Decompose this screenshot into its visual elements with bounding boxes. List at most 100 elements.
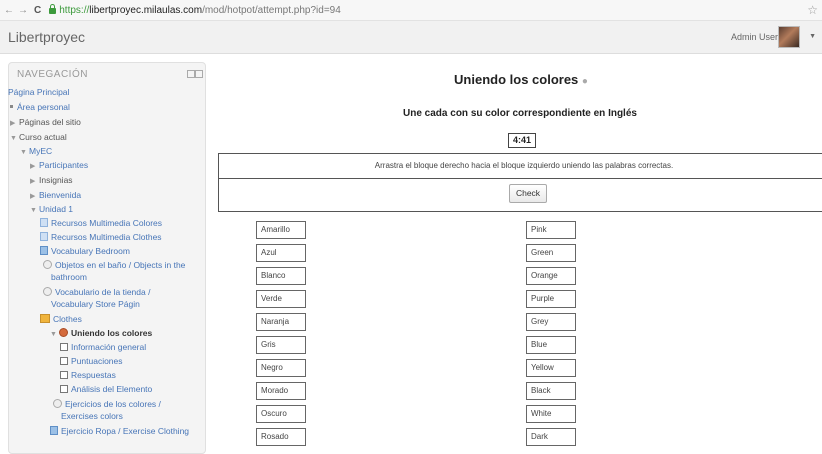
draggable-word[interactable]: Blue (526, 336, 576, 354)
nav-item-vocabulario-tienda-cont[interactable]: Vocabulary Store Págin (51, 299, 140, 309)
site-name-link[interactable]: Libertproyec (8, 29, 85, 45)
instructions: Arrastra el bloque derecho hacia el bloq… (218, 153, 822, 179)
countdown-timer: 4:41 (508, 133, 536, 148)
reload-icon[interactable]: C (34, 5, 41, 16)
nav-item-bienvenida[interactable]: ▶ Bienvenida (30, 190, 81, 202)
nav-item-uniendo-colores[interactable]: ▼ Uniendo los colores (50, 328, 152, 340)
nav-item-insignias[interactable]: ▶ Insignias (30, 175, 73, 187)
url-scheme: https:// (59, 4, 90, 16)
draggable-word[interactable]: Purple (526, 290, 576, 308)
nav-item-label: Curso actual (19, 132, 67, 142)
nav-item-analisis-elemento[interactable]: Análisis del Elemento (60, 384, 152, 394)
draggable-word[interactable]: Orange (526, 267, 576, 285)
bookmark-star-icon[interactable]: ☆ (807, 3, 818, 17)
report-icon (60, 385, 68, 393)
left-word[interactable]: Amarillo (256, 221, 306, 239)
left-word[interactable]: Naranja (256, 313, 306, 331)
nav-item-label: Puntuaciones (71, 356, 123, 366)
expanded-icon: ▼ (10, 135, 17, 142)
nav-item-label: Vocabulary Store Págin (51, 299, 140, 309)
nav-item-puntuaciones[interactable]: Puntuaciones (60, 356, 123, 366)
address-bar[interactable]: https://libertproyec.milaulas.com/mod/ho… (59, 5, 341, 16)
left-word[interactable]: Rosado (256, 428, 306, 446)
url-icon (43, 287, 52, 296)
dock-icon[interactable] (187, 70, 195, 78)
lock-icon (49, 4, 57, 14)
nav-item-participantes[interactable]: ▶ Participantes (30, 160, 88, 172)
report-icon (60, 371, 68, 379)
left-word[interactable]: Azul (256, 244, 306, 262)
nav-item-informacion-general[interactable]: Información general (60, 342, 146, 352)
draggable-word[interactable]: Black (526, 382, 576, 400)
nav-item-label: Vocabulary Bedroom (51, 246, 130, 256)
expanded-icon: ▼ (50, 331, 57, 338)
exercise-subtitle: Une cada con su color correspondiente en… (403, 108, 637, 119)
url-icon (53, 399, 62, 408)
nav-item-recursos-clothes[interactable]: Recursos Multimedia Clothes (40, 232, 162, 242)
nav-item-label: Área personal (17, 102, 70, 112)
expand-icon: ▶ (30, 178, 36, 185)
left-word[interactable]: Oscuro (256, 405, 306, 423)
nav-item-area-personal[interactable]: Área personal (10, 102, 70, 112)
nav-item-myec[interactable]: ▼ MyEC (20, 146, 52, 158)
nav-item-pagina-principal[interactable]: Página Principal (8, 87, 69, 97)
forward-icon[interactable]: → (18, 5, 28, 16)
nav-item-vocabulary-bedroom[interactable]: Vocabulary Bedroom (40, 246, 130, 256)
avatar[interactable] (778, 26, 800, 48)
help-icon[interactable]: ● (582, 76, 588, 87)
resource-icon (50, 426, 58, 435)
nav-item-objetos-bano-cont[interactable]: bathroom (51, 272, 87, 282)
draggable-word[interactable]: Yellow (526, 359, 576, 377)
nav-item-unidad-1[interactable]: ▼ Unidad 1 (30, 204, 73, 216)
expand-icon: ▶ (10, 120, 16, 127)
nav-item-label: Recursos Multimedia Colores (51, 218, 163, 228)
collapse-icon[interactable] (195, 70, 203, 78)
nav-item-label: Vocabulario de la tienda / (55, 287, 151, 297)
expand-icon: ▶ (30, 193, 36, 200)
nav-item-label: Páginas del sitio (19, 117, 81, 127)
report-icon (60, 343, 68, 351)
nav-item-ejercicios-colores[interactable]: Ejercicios de los colores / (50, 399, 161, 409)
nav-item-objetos-bano[interactable]: Objetos en el baño / Objects in the (40, 260, 185, 270)
nav-item-ejercicio-ropa[interactable]: Ejercicio Ropa / Exercise Clothing (50, 426, 189, 436)
nav-item-label: Unidad 1 (39, 204, 74, 214)
check-button[interactable]: Check (509, 184, 547, 203)
nav-item-paginas-del-sitio[interactable]: ▶ Páginas del sitio (10, 117, 81, 129)
user-menu-name[interactable]: Admin User (731, 32, 778, 42)
back-icon[interactable]: ← (4, 5, 14, 16)
left-word[interactable]: Blanco (256, 267, 306, 285)
chevron-down-icon[interactable]: ▼ (809, 33, 816, 40)
left-word[interactable]: Verde (256, 290, 306, 308)
nav-item-label: Clothes (53, 314, 82, 324)
page-icon (40, 218, 48, 227)
nav-item-label: Insignias (39, 175, 73, 185)
page-icon (40, 232, 48, 241)
nav-item-label: Objetos en el baño / Objects in the (55, 260, 186, 270)
expanded-icon: ▼ (30, 207, 37, 214)
draggable-word[interactable]: Dark (526, 428, 576, 446)
nav-item-label: Participantes (39, 160, 89, 170)
resource-icon (40, 246, 48, 255)
nav-item-ejercicios-colores-cont[interactable]: Exercises colors (61, 411, 123, 421)
nav-item-clothes[interactable]: Clothes (40, 314, 82, 324)
check-area: Check (218, 177, 822, 212)
nav-item-curso-actual[interactable]: ▼ Curso actual (10, 132, 67, 144)
draggable-word[interactable]: Pink (526, 221, 576, 239)
url-host: libertproyec.milaulas.com (89, 4, 203, 16)
draggable-word[interactable]: Grey (526, 313, 576, 331)
nav-item-label: Página Principal (8, 87, 70, 97)
nav-item-label: Uniendo los colores (71, 328, 153, 338)
nav-item-label: Ejercicio Ropa / Exercise Clothing (61, 426, 190, 436)
left-word[interactable]: Negro (256, 359, 306, 377)
nav-item-vocabulario-tienda[interactable]: Vocabulario de la tienda / (40, 287, 150, 297)
left-word[interactable]: Morado (256, 382, 306, 400)
nav-item-recursos-colores[interactable]: Recursos Multimedia Colores (40, 218, 162, 228)
nav-item-label: Respuestas (71, 370, 116, 380)
nav-item-respuestas[interactable]: Respuestas (60, 370, 116, 380)
draggable-word[interactable]: White (526, 405, 576, 423)
draggable-word[interactable]: Green (526, 244, 576, 262)
nav-item-label: Bienvenida (39, 190, 82, 200)
left-word[interactable]: Gris (256, 336, 306, 354)
hotpot-icon (59, 328, 68, 337)
nav-item-label: Ejercicios de los colores / (65, 399, 161, 409)
